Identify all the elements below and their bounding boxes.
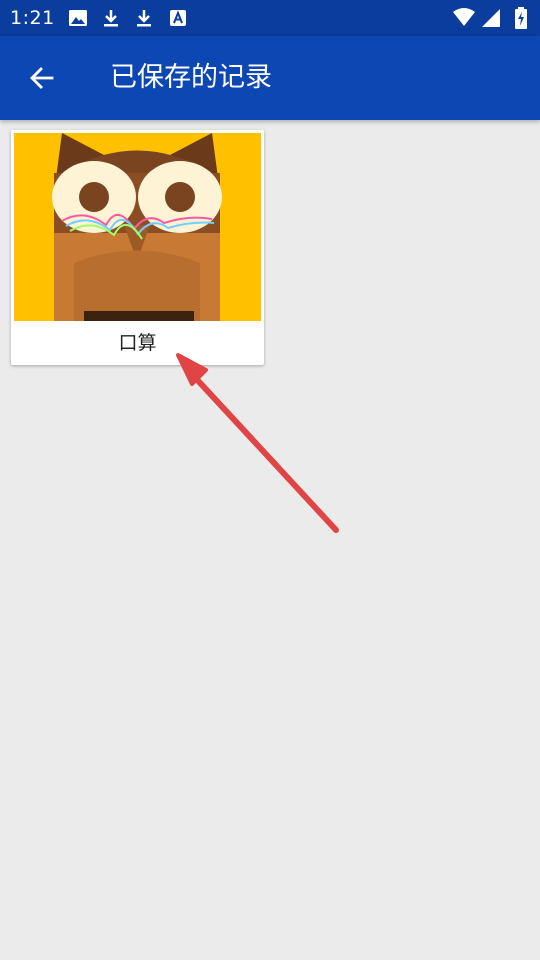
image-icon [69, 10, 87, 26]
signal-icon [482, 9, 500, 27]
download-icon [137, 10, 151, 27]
owl-mascot-image [14, 133, 261, 321]
wifi-icon [453, 8, 475, 26]
battery-charging-icon [515, 7, 527, 29]
arrow-back-icon [30, 67, 54, 89]
page-title: 已保存的记录 [110, 62, 272, 93]
status-time: 1:21 [10, 7, 55, 29]
saved-record-label: 口算 [118, 332, 157, 354]
back-button[interactable] [20, 56, 64, 100]
saved-record-card[interactable]: 口算 [11, 130, 264, 365]
system-icons [452, 7, 532, 29]
text-a-icon [170, 10, 186, 26]
download-icon [104, 10, 118, 27]
app-bar: 已保存的记录 [0, 36, 540, 120]
status-bar: 1:21 [0, 0, 540, 36]
